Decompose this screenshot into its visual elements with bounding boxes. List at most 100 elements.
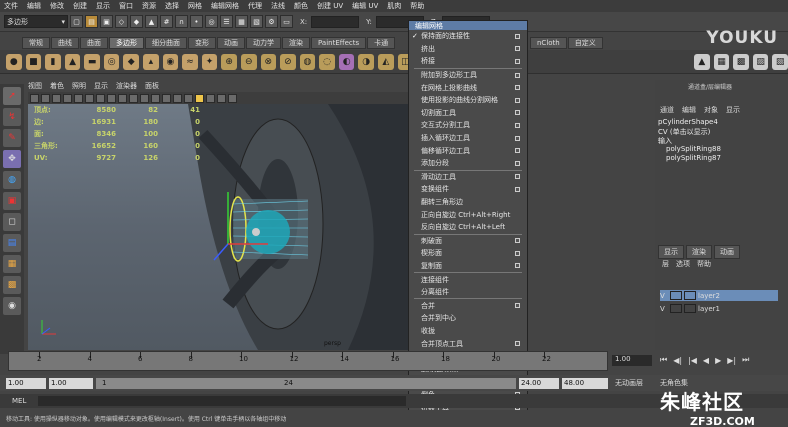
camera-icon[interactable] [30, 93, 39, 103]
menu-item[interactable]: 使用投影的曲线分割网格 [409, 94, 527, 107]
select-object-icon[interactable]: ◆ [130, 15, 143, 28]
go-to-start-icon[interactable]: ⏮ [660, 355, 667, 365]
layer-template-toggle[interactable] [670, 304, 682, 313]
render-settings-icon[interactable]: ⚙ [265, 15, 278, 28]
menu-item[interactable]: 合并 [409, 299, 527, 312]
manipulator-icon[interactable]: ◻ [3, 213, 21, 231]
menu-item[interactable]: 合并顶点工具 [409, 337, 527, 350]
shelf-tab[interactable]: 自定义 [567, 36, 603, 49]
fill-hole-icon[interactable]: ◑ [358, 53, 374, 70]
shelf-tab[interactable]: nCloth [530, 36, 567, 49]
option-box-icon[interactable] [515, 341, 520, 347]
shelf-tab[interactable]: 曲线 [51, 36, 79, 49]
poly-prism-icon[interactable]: ◆ [123, 53, 140, 70]
menu-item[interactable]: 分离组件 [409, 286, 527, 299]
layer-row[interactable]: Vlayer1 [660, 303, 778, 314]
end-time-field[interactable]: 48.00 [562, 377, 608, 389]
input-node[interactable]: polySplitRing87 [658, 154, 780, 163]
option-box-icon[interactable] [515, 33, 520, 39]
safe-action-icon[interactable] [129, 93, 138, 103]
safe-title-icon[interactable] [140, 93, 149, 103]
step-forward-key-icon[interactable]: ▶| [727, 356, 736, 365]
layer-tab[interactable]: 动画 [714, 245, 740, 259]
save-scene-icon[interactable]: ▣ [100, 15, 113, 28]
anim-layer-select[interactable]: 无动画层 [615, 378, 643, 388]
film-gate-icon[interactable] [85, 93, 94, 103]
menu-item[interactable]: 编辑 [27, 1, 41, 11]
shelf-tab[interactable]: 变形 [188, 36, 216, 49]
select-tool-icon[interactable]: ➚ [3, 87, 21, 105]
poly-pyramid-icon[interactable]: ▴ [143, 53, 159, 70]
menu-item[interactable]: 显示 [96, 1, 110, 11]
layer-menu-item[interactable]: 帮助 [697, 259, 711, 269]
option-box-icon[interactable] [515, 303, 520, 309]
layer-menu-item[interactable]: 层 [662, 259, 669, 269]
layout-outliner-icon[interactable]: ◉ [3, 297, 21, 315]
combine-icon[interactable]: ⊕ [221, 53, 237, 70]
menu-item[interactable]: 偏移循环边工具 [409, 144, 527, 157]
layer-visibility-toggle[interactable]: V [660, 292, 670, 300]
reduce-icon[interactable]: ◌ [319, 53, 335, 70]
menu-item[interactable]: 附加到多边形工具 [409, 69, 527, 82]
object-name[interactable]: pCylinderShape4 [658, 118, 780, 127]
snap-grid-icon[interactable]: # [160, 15, 173, 28]
extract-icon[interactable]: ⊗ [260, 53, 277, 70]
menu-item[interactable]: 创建 [73, 1, 87, 11]
isolate-icon[interactable] [228, 93, 237, 103]
channel-tab[interactable]: 通道 [660, 105, 674, 115]
shelf-tab[interactable]: 渲染 [282, 36, 310, 49]
grid-icon[interactable] [74, 93, 83, 103]
layout-four-icon[interactable]: ▩ [3, 276, 21, 294]
textured-icon[interactable] [184, 93, 193, 103]
menu-item[interactable]: 挤出 [409, 43, 527, 56]
image-plane-icon[interactable] [63, 93, 72, 103]
menu-item[interactable]: 网格 [188, 1, 202, 11]
menu-item[interactable]: 文件 [4, 1, 18, 11]
playback-start-field[interactable]: 1.00 [49, 377, 93, 389]
shelf-tab[interactable]: 动力学 [246, 36, 281, 49]
poly-soccer-icon[interactable]: ✦ [201, 53, 218, 70]
channel-tab[interactable]: 显示 [726, 105, 740, 115]
layer-color-swatch[interactable] [684, 304, 696, 313]
snap-surface-icon[interactable]: ◎ [205, 15, 218, 28]
menu-item[interactable]: 滑动边工具 [409, 171, 527, 184]
smooth-shade-icon[interactable] [162, 93, 171, 103]
poly-sphere-icon[interactable]: ● [6, 53, 22, 70]
history-icon[interactable]: ☰ [220, 15, 233, 28]
poly-torus-icon[interactable]: ◎ [103, 53, 120, 70]
channel-tab[interactable]: 对象 [704, 105, 718, 115]
option-box-icon[interactable] [515, 186, 520, 192]
menu-item[interactable]: 连接组件 [409, 273, 527, 286]
panel-menu-item[interactable]: 显示 [94, 81, 108, 91]
move-tool-icon[interactable]: ✥ [3, 150, 21, 168]
menu-item[interactable]: 编辑网格 [211, 1, 239, 11]
poly-pipe-icon[interactable]: ◉ [162, 53, 179, 70]
panel-menu-item[interactable]: 照明 [72, 81, 86, 91]
menu-item[interactable]: 窗口 [119, 1, 133, 11]
smooth-icon[interactable]: ◍ [299, 53, 316, 70]
poly-plane-icon[interactable]: ▬ [84, 53, 100, 70]
shelf-tab[interactable]: PaintEffects [311, 36, 367, 49]
render-frame-icon[interactable]: ▦ [235, 15, 248, 28]
triangulate-icon[interactable]: ◭ [377, 53, 394, 70]
menu-item[interactable]: 合并到中心 [409, 312, 527, 325]
menu-item[interactable]: 创建 UV [317, 1, 343, 11]
layer-tab[interactable]: 渲染 [686, 245, 712, 259]
layer-tab[interactable]: 显示 [658, 245, 684, 259]
playback-end-field[interactable]: 24.00 [519, 377, 559, 389]
poly-cone-icon[interactable]: ▲ [64, 53, 81, 70]
option-box-icon[interactable] [515, 72, 520, 78]
option-box-icon[interactable] [515, 148, 520, 154]
menu-item[interactable]: 反向自旋边 Ctrl+Alt+Left [409, 221, 527, 234]
option-box-icon[interactable] [515, 263, 520, 269]
menu-item[interactable]: 肌肉 [387, 1, 401, 11]
layer-visibility-toggle[interactable]: V [660, 305, 670, 313]
menu-item[interactable]: 选择 [165, 1, 179, 11]
boolean-icon[interactable]: ⊘ [280, 53, 296, 70]
shadows-icon[interactable] [206, 93, 215, 103]
layer-template-toggle[interactable] [670, 291, 682, 300]
shelf-tab[interactable]: 多边形 [109, 36, 144, 49]
option-box-icon[interactable] [515, 238, 520, 244]
menu-item[interactable]: 颜色 [294, 1, 308, 11]
perspective-viewport[interactable]: 顶点: 8580 82 41 边: 16931 180 0 面: 8346 100 0 三角形: 1665… [28, 104, 408, 350]
